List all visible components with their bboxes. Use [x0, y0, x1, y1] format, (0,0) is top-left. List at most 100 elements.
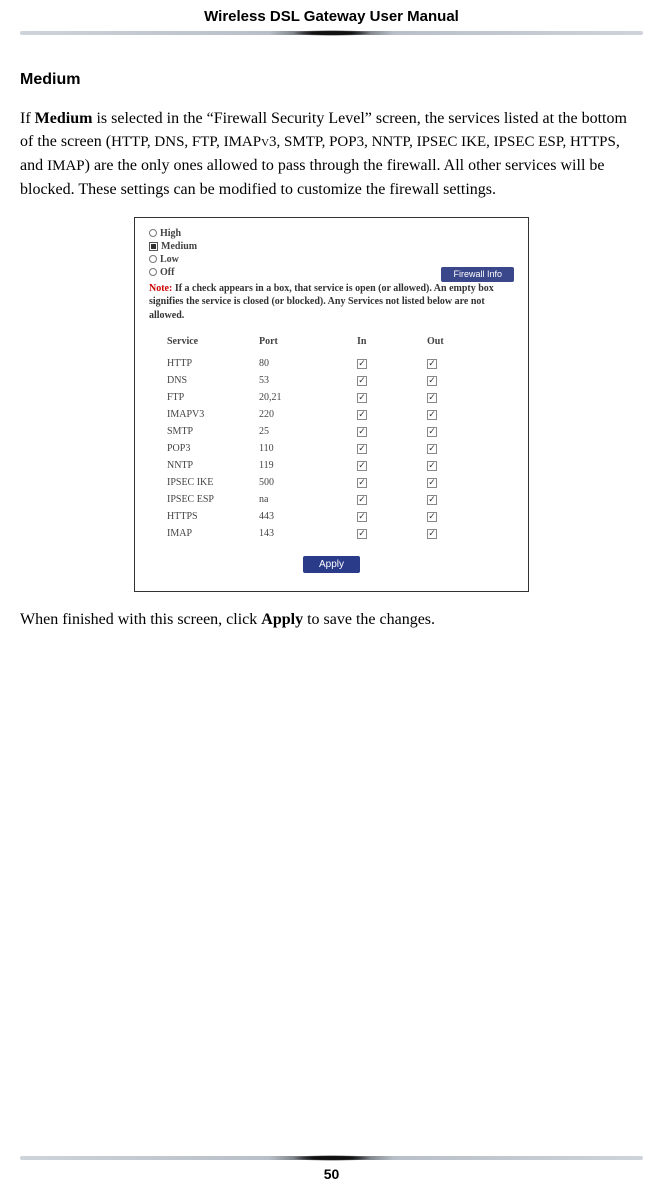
p1-services-list: HTTP, DNS, FTP, IMAPv3, SMTP, POP3, NNTP…	[111, 134, 616, 150]
cell-out	[419, 477, 479, 488]
cell-in	[339, 443, 419, 454]
firewall-info-button[interactable]: Firewall Info	[441, 267, 514, 282]
page-header-title: Wireless DSL Gateway User Manual	[20, 0, 643, 31]
checkbox-in[interactable]	[357, 427, 367, 437]
checkbox-checked-icon	[149, 242, 158, 251]
cell-in	[339, 460, 419, 471]
radio-label-medium: Medium	[161, 241, 197, 252]
cell-out	[419, 494, 479, 505]
cell-in	[339, 477, 419, 488]
note-label: Note:	[149, 283, 172, 294]
radio-circle-icon	[149, 229, 157, 237]
cell-port: 80	[259, 358, 339, 369]
col-out: Out	[419, 336, 479, 347]
cell-port: 25	[259, 426, 339, 437]
table-row: IMAP143	[149, 525, 514, 542]
cell-port: 53	[259, 375, 339, 386]
checkbox-out[interactable]	[427, 444, 437, 454]
cell-port: 110	[259, 443, 339, 454]
cell-port: 220	[259, 409, 339, 420]
table-row: DNS53	[149, 372, 514, 389]
checkbox-in[interactable]	[357, 478, 367, 488]
table-row: IPSEC IKE500	[149, 474, 514, 491]
checkbox-out[interactable]	[427, 359, 437, 369]
checkbox-in[interactable]	[357, 512, 367, 522]
checkbox-in[interactable]	[357, 393, 367, 403]
col-port: Port	[259, 336, 339, 347]
radio-medium[interactable]: Medium	[149, 241, 514, 252]
footer: 50	[20, 1156, 643, 1192]
cell-service: IMAPV3	[149, 409, 259, 420]
p1-t4: ) are the only ones allowed to pass thro…	[20, 157, 604, 198]
cell-in	[339, 494, 419, 505]
radio-low[interactable]: Low	[149, 254, 514, 265]
radio-label-off: Off	[160, 267, 174, 278]
cell-port: 443	[259, 511, 339, 522]
checkbox-out[interactable]	[427, 529, 437, 539]
paragraph-1: If Medium is selected in the “Firewall S…	[20, 107, 643, 201]
cell-service: IPSEC IKE	[149, 477, 259, 488]
services-table: Service Port In Out HTTP80DNS53FTP20,21I…	[149, 336, 514, 542]
cell-out	[419, 358, 479, 369]
checkbox-out[interactable]	[427, 461, 437, 471]
table-row: NNTP119	[149, 457, 514, 474]
cell-in	[339, 426, 419, 437]
col-service: Service	[149, 336, 259, 347]
checkbox-out[interactable]	[427, 376, 437, 386]
checkbox-in[interactable]	[357, 461, 367, 471]
cell-port: 20,21	[259, 392, 339, 403]
radio-label-low: Low	[160, 254, 179, 265]
table-row: HTTP80	[149, 355, 514, 372]
checkbox-out[interactable]	[427, 512, 437, 522]
cell-out	[419, 426, 479, 437]
radio-off[interactable]: Off	[149, 267, 441, 278]
cell-service: FTP	[149, 392, 259, 403]
checkbox-in[interactable]	[357, 444, 367, 454]
cell-out	[419, 511, 479, 522]
checkbox-in[interactable]	[357, 376, 367, 386]
radio-high[interactable]: High	[149, 228, 514, 239]
checkbox-out[interactable]	[427, 495, 437, 505]
table-row: IMAPV3220	[149, 406, 514, 423]
cell-service: NNTP	[149, 460, 259, 471]
checkbox-out[interactable]	[427, 427, 437, 437]
checkbox-in[interactable]	[357, 529, 367, 539]
p1-imap: IMAP	[47, 158, 85, 174]
checkbox-out[interactable]	[427, 393, 437, 403]
p2-bold-apply: Apply	[261, 611, 303, 628]
firewall-screenshot: High Medium Low Off Firewall Info Note: …	[134, 217, 529, 593]
table-row: SMTP25	[149, 423, 514, 440]
p2-t2: to save the changes.	[303, 611, 435, 628]
apply-button[interactable]: Apply	[303, 556, 360, 573]
cell-out	[419, 375, 479, 386]
cell-out	[419, 443, 479, 454]
col-in: In	[339, 336, 419, 347]
cell-out	[419, 409, 479, 420]
checkbox-out[interactable]	[427, 410, 437, 420]
cell-out	[419, 528, 479, 539]
checkbox-in[interactable]	[357, 410, 367, 420]
cell-port: na	[259, 494, 339, 505]
cell-service: HTTP	[149, 358, 259, 369]
note: Note: If a check appears in a box, that …	[149, 282, 514, 323]
table-row: IPSEC ESPna	[149, 491, 514, 508]
cell-out	[419, 460, 479, 471]
p1-t1: If	[20, 110, 35, 127]
radio-circle-icon	[149, 255, 157, 263]
cell-service: POP3	[149, 443, 259, 454]
table-header: Service Port In Out	[149, 336, 514, 347]
section-heading-medium: Medium	[20, 71, 643, 89]
cell-out	[419, 392, 479, 403]
page-number: 50	[20, 1160, 643, 1192]
checkbox-out[interactable]	[427, 478, 437, 488]
radio-circle-icon	[149, 268, 157, 276]
checkbox-in[interactable]	[357, 495, 367, 505]
cell-service: HTTPS	[149, 511, 259, 522]
header-rule	[20, 31, 643, 35]
footer-rule	[20, 1156, 643, 1160]
p1-bold-medium: Medium	[35, 110, 93, 127]
checkbox-in[interactable]	[357, 359, 367, 369]
cell-in	[339, 409, 419, 420]
note-text: If a check appears in a box, that servic…	[149, 283, 494, 321]
cell-port: 500	[259, 477, 339, 488]
